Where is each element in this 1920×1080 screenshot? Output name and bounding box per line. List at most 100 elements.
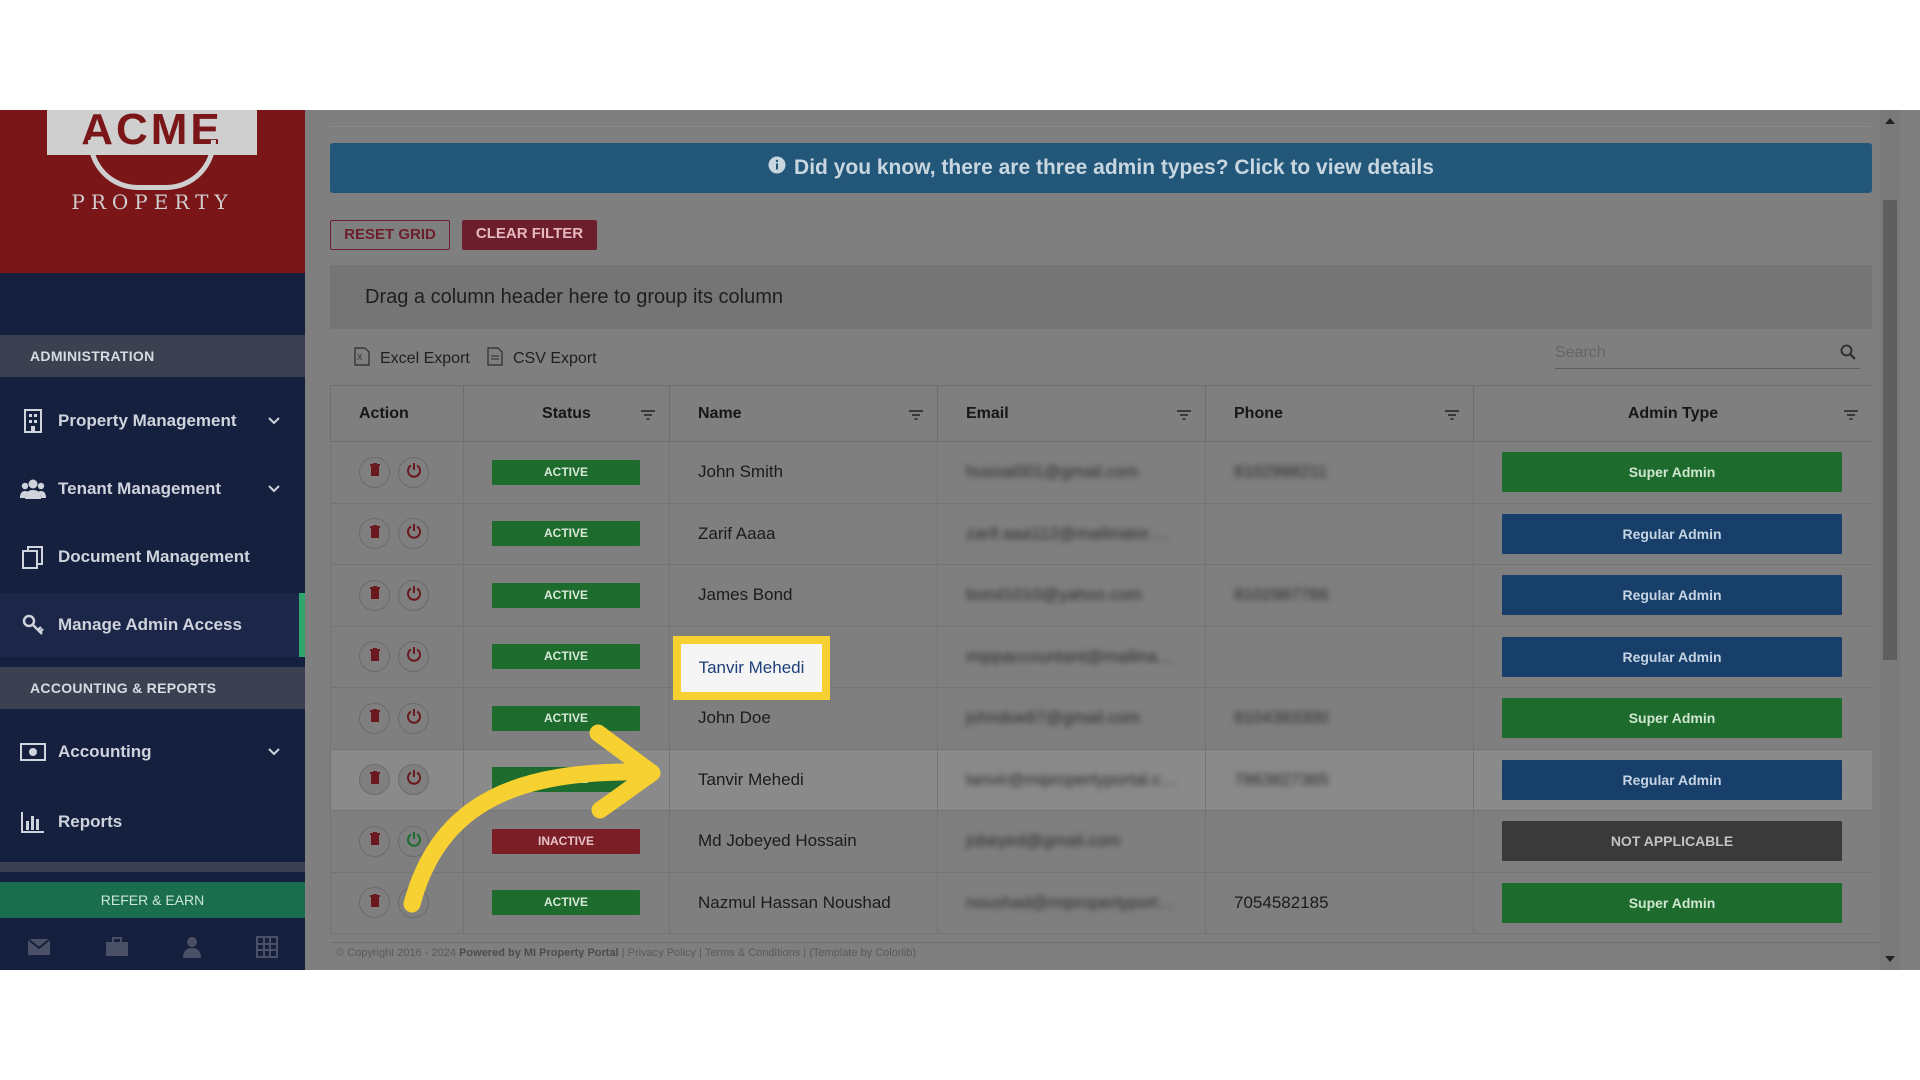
delete-button[interactable] <box>359 518 390 550</box>
toggle-status-button[interactable] <box>398 456 429 488</box>
status-badge: ACTIVE <box>492 459 640 485</box>
group-by-drop-zone[interactable]: Drag a column header here to group its c… <box>330 265 1872 329</box>
admin-types-info-banner[interactable]: Did you know, there are three admin type… <box>330 143 1872 193</box>
table-row[interactable]: ACTIVE Tanvir Mehedi tanvir@mipropertyport… <box>330 749 1872 811</box>
documents-icon <box>20 545 46 569</box>
filter-icon[interactable] <box>909 407 923 425</box>
filter-icon[interactable] <box>1844 407 1858 425</box>
admin-type-badge[interactable]: Regular Admin <box>1502 636 1842 677</box>
name-cell[interactable]: Zarif Aaaa <box>669 503 938 565</box>
email-cell[interactable]: zarif.aaa112@mailinator.… <box>937 503 1206 565</box>
phone-cell[interactable] <box>1205 810 1474 873</box>
delete-button[interactable] <box>359 764 390 796</box>
footer-links[interactable]: | Privacy Policy | Terms & Conditions | <box>622 947 806 958</box>
highlight-callout[interactable]: Tanvir Mehedi <box>673 636 830 700</box>
column-header-label: Phone <box>1234 404 1283 422</box>
table-row[interactable]: INACTIVE Md Jobeyed Hossain jobeyed@gmail.… <box>330 810 1872 873</box>
admin-type-badge[interactable]: Regular Admin <box>1502 759 1842 800</box>
sidebar-item-accounting[interactable]: Accounting <box>0 720 305 784</box>
column-header-label: Action <box>359 404 409 422</box>
toggle-status-button[interactable] <box>398 887 429 919</box>
column-header-action[interactable]: Action <box>330 385 464 442</box>
footer-powered-by[interactable]: Powered by MI Property Portal <box>459 947 619 958</box>
toggle-status-button[interactable] <box>398 825 429 857</box>
table-row[interactable]: ACTIVE James Bond bond1010@yahoo.com 810298… <box>330 564 1872 627</box>
name-cell[interactable]: John Smith <box>669 441 938 504</box>
admin-type-badge[interactable]: Super Admin <box>1502 882 1842 923</box>
csv-export-button[interactable]: CSV Export <box>487 347 597 371</box>
sidebar-item-property-management[interactable]: Property Management <box>0 389 305 453</box>
email-cell[interactable]: jobeyed@gmail.com <box>937 810 1206 873</box>
name-cell[interactable]: Md Jobeyed Hossain <box>669 810 938 873</box>
delete-button[interactable] <box>359 887 390 919</box>
reset-grid-button[interactable]: RESET GRID <box>330 220 450 250</box>
column-header-name[interactable]: Name <box>669 385 938 442</box>
search-icon[interactable] <box>1840 344 1856 365</box>
table-row[interactable]: ACTIVE Nazmul Hassan Noushad noushad@mipro… <box>330 872 1872 934</box>
phone-cell[interactable]: 7863827365 <box>1205 749 1474 811</box>
delete-button[interactable] <box>359 825 390 857</box>
email-cell[interactable]: mippaccountant@mailina… <box>937 626 1206 688</box>
admin-type-badge[interactable]: NOT APPLICABLE <box>1502 821 1842 862</box>
toggle-status-button[interactable] <box>398 518 429 550</box>
page-scrollbar[interactable] <box>1880 110 1900 970</box>
trash-icon <box>369 524 381 544</box>
name-cell[interactable]: James Bond <box>669 564 938 627</box>
delete-button[interactable] <box>359 702 390 734</box>
phone-cell[interactable]: 8102987766 <box>1205 564 1474 627</box>
scroll-down-arrow-icon[interactable] <box>1885 956 1895 962</box>
admin-type-badge[interactable]: Regular Admin <box>1502 575 1842 616</box>
phone-cell[interactable] <box>1205 503 1474 565</box>
search-input[interactable] <box>1555 339 1825 367</box>
email-cell[interactable]: tanvir@mipropertyportal.c… <box>937 749 1206 811</box>
email-cell[interactable]: johndoe87@gmail.com <box>937 687 1206 750</box>
briefcase-icon[interactable] <box>105 936 129 962</box>
excel-file-icon: X <box>354 347 370 371</box>
table-row[interactable]: ACTIVE John Smith hussai001@gmail.com 81029… <box>330 441 1872 504</box>
status-badge: ACTIVE <box>492 767 640 793</box>
filter-icon[interactable] <box>641 407 655 425</box>
admin-type-badge[interactable]: Super Admin <box>1502 452 1842 493</box>
delete-button[interactable] <box>359 579 390 611</box>
excel-export-button[interactable]: X Excel Export <box>354 347 470 371</box>
table-row[interactable]: ACTIVE John Doe johndoe87@gmail.com 8104383… <box>330 687 1872 750</box>
email-cell[interactable]: hussai001@gmail.com <box>937 441 1206 504</box>
email-cell[interactable]: bond1010@yahoo.com <box>937 564 1206 627</box>
column-header-phone[interactable]: Phone <box>1205 385 1474 442</box>
column-header-status[interactable]: Status <box>463 385 670 442</box>
sidebar-item-document-management[interactable]: Document Management <box>0 525 305 589</box>
admin-type-badge[interactable]: Regular Admin <box>1502 513 1842 554</box>
phone-cell[interactable]: 7054582185 <box>1205 872 1474 934</box>
toggle-status-button[interactable] <box>398 702 429 734</box>
user-icon[interactable] <box>182 936 202 963</box>
admin-type-badge[interactable]: Super Admin <box>1502 698 1842 739</box>
column-header-admin-type[interactable]: Admin Type <box>1473 385 1872 442</box>
column-header-email[interactable]: Email <box>937 385 1206 442</box>
toggle-status-button[interactable] <box>398 579 429 611</box>
phone-cell[interactable] <box>1205 626 1474 688</box>
scroll-up-arrow-icon[interactable] <box>1885 118 1895 124</box>
name-cell[interactable]: Nazmul Hassan Noushad <box>669 872 938 934</box>
delete-button[interactable] <box>359 641 390 673</box>
toggle-status-button[interactable] <box>398 641 429 673</box>
clear-filter-button[interactable]: CLEAR FILTER <box>462 220 597 250</box>
toggle-status-button[interactable] <box>398 764 429 796</box>
sidebar-item-manage-admin-access[interactable]: Manage Admin Access <box>0 593 305 657</box>
logo[interactable]: ACME PROPERTY <box>0 110 305 273</box>
filter-icon[interactable] <box>1177 407 1191 425</box>
envelope-icon[interactable] <box>27 937 51 961</box>
phone-cell[interactable]: 8102998211 <box>1205 441 1474 504</box>
refer-and-earn-button[interactable]: REFER & EARN <box>0 882 305 918</box>
email-text: johndoe87@gmail.com <box>966 708 1141 728</box>
calculator-icon[interactable] <box>256 935 279 963</box>
phone-cell[interactable]: 8104383300 <box>1205 687 1474 750</box>
scrollbar-thumb[interactable] <box>1883 200 1897 660</box>
sidebar-item-reports[interactable]: Reports <box>0 790 305 854</box>
name-cell[interactable]: Tanvir Mehedi <box>669 749 938 811</box>
filter-icon[interactable] <box>1445 407 1459 425</box>
sidebar-item-tenant-management[interactable]: Tenant Management <box>0 457 305 521</box>
table-row[interactable]: ACTIVE Zarif Aaaa zarif.aaa112@mailinator.… <box>330 503 1872 565</box>
delete-button[interactable] <box>359 456 390 488</box>
table-row[interactable]: ACTIVEMIPP Accountantmippaccountant@mail… <box>330 626 1872 688</box>
email-cell[interactable]: noushad@mipropertyport… <box>937 872 1206 934</box>
